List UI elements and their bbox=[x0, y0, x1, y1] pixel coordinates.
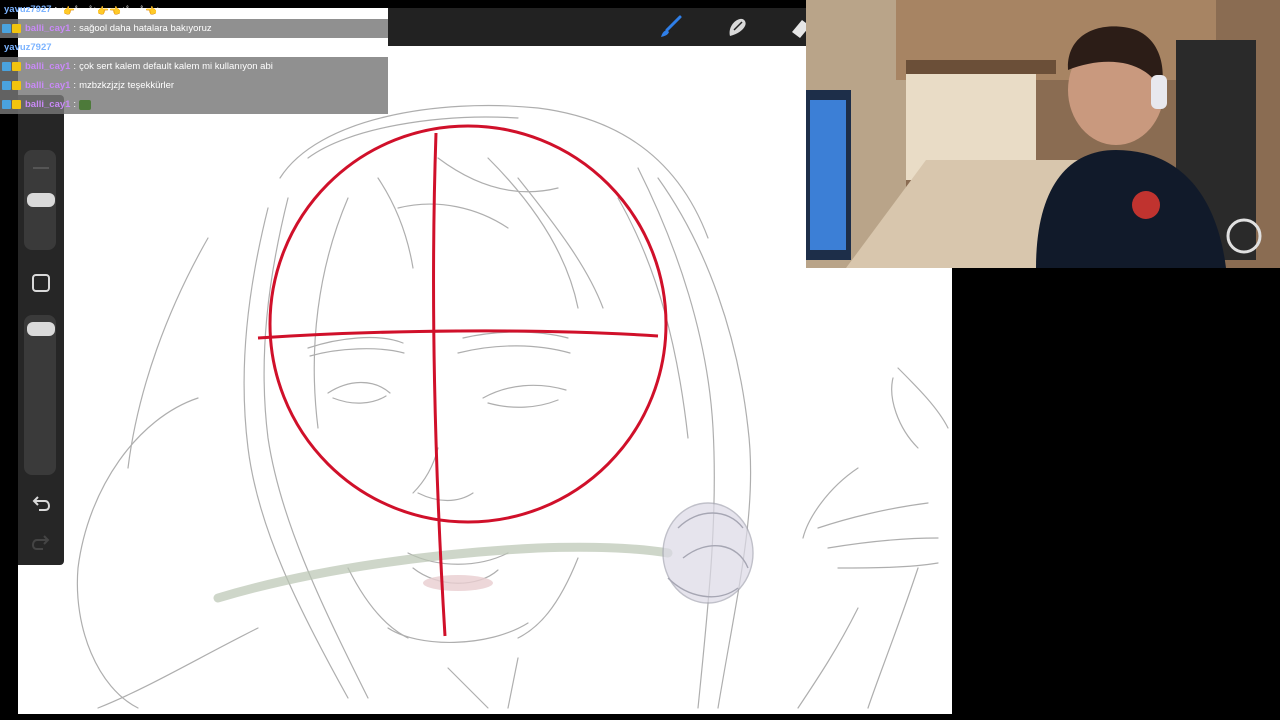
chat-username[interactable]: balli_cay1 bbox=[25, 23, 70, 34]
color-modify-button[interactable] bbox=[29, 271, 53, 295]
chat-username[interactable]: yavuz7927 bbox=[4, 42, 52, 53]
chat-username[interactable]: yavuz7927 bbox=[4, 4, 52, 15]
brush-icon[interactable] bbox=[658, 14, 684, 40]
chat-message: balli_cay1: mzbzkzjzjz teşekkürler bbox=[0, 76, 388, 95]
chat-badges bbox=[2, 100, 21, 109]
chat-badges bbox=[2, 81, 21, 90]
prime-badge-icon bbox=[2, 81, 11, 90]
chat-separator: : bbox=[73, 80, 77, 91]
subscriber-badge-icon bbox=[12, 100, 21, 109]
chat-text: çok sert kalem default kalem mi kullanıy… bbox=[79, 61, 273, 72]
top-toolbar bbox=[388, 8, 810, 46]
chat-message: balli_cay1: bbox=[0, 95, 388, 114]
chat-text: Bu hatalı haliyse hatasız hali nasıl kim… bbox=[60, 42, 287, 53]
chat-username[interactable]: balli_cay1 bbox=[25, 99, 70, 110]
lips-tint bbox=[423, 575, 493, 591]
chat-message: yavuz7927: Bu hatalı haliyse hatasız hali… bbox=[0, 38, 388, 57]
chat-badges bbox=[2, 24, 21, 33]
chat-message: balli_cay1: çok sert kalem default kalem … bbox=[0, 57, 388, 76]
chat-text: mzbzkzjzjz teşekkürler bbox=[79, 80, 175, 91]
frog-emote-icon bbox=[79, 99, 92, 110]
webcam-feed bbox=[806, 0, 1280, 268]
chat-separator: : bbox=[73, 61, 77, 72]
brush-opacity-slider[interactable] bbox=[24, 315, 56, 475]
smudge-icon[interactable] bbox=[724, 14, 750, 40]
chat-text: sağool daha hatalara bakıyoruz bbox=[79, 23, 212, 34]
subscriber-badge-icon bbox=[12, 62, 21, 71]
brush-opacity-handle[interactable] bbox=[27, 322, 55, 336]
chat-badges bbox=[2, 62, 21, 71]
prime-badge-icon bbox=[2, 24, 11, 33]
chat-text: (👉ﾟヮﾟ)👉👈( ﾟヮﾟ👈) bbox=[60, 5, 161, 17]
chat-overlay: yavuz7927: (👉ﾟヮﾟ)👉👈( ﾟヮﾟ👈) balli_cay1: sağo… bbox=[0, 0, 388, 114]
subscriber-badge-icon bbox=[12, 24, 21, 33]
webcam-image bbox=[806, 0, 1280, 268]
chat-separator: : bbox=[54, 42, 58, 53]
chat-message: yavuz7927: (👉ﾟヮﾟ)👉👈( ﾟヮﾟ👈) bbox=[0, 0, 388, 19]
undo-icon[interactable] bbox=[29, 491, 53, 515]
chat-username[interactable]: balli_cay1 bbox=[25, 80, 70, 91]
chat-message: balli_cay1: sağool daha hatalara bakıyoru… bbox=[0, 19, 388, 38]
subscriber-badge-icon bbox=[12, 81, 21, 90]
rose-sketch bbox=[662, 502, 754, 604]
chat-separator: : bbox=[54, 4, 58, 15]
prime-badge-icon bbox=[2, 100, 11, 109]
chat-username[interactable]: balli_cay1 bbox=[25, 61, 70, 72]
chat-separator: : bbox=[73, 99, 77, 110]
slider-notch bbox=[33, 167, 49, 169]
head-guide bbox=[257, 124, 668, 637]
prime-badge-icon bbox=[2, 62, 11, 71]
chat-separator: : bbox=[73, 23, 77, 34]
redo-icon[interactable] bbox=[29, 530, 53, 554]
brush-size-handle[interactable] bbox=[27, 193, 55, 207]
